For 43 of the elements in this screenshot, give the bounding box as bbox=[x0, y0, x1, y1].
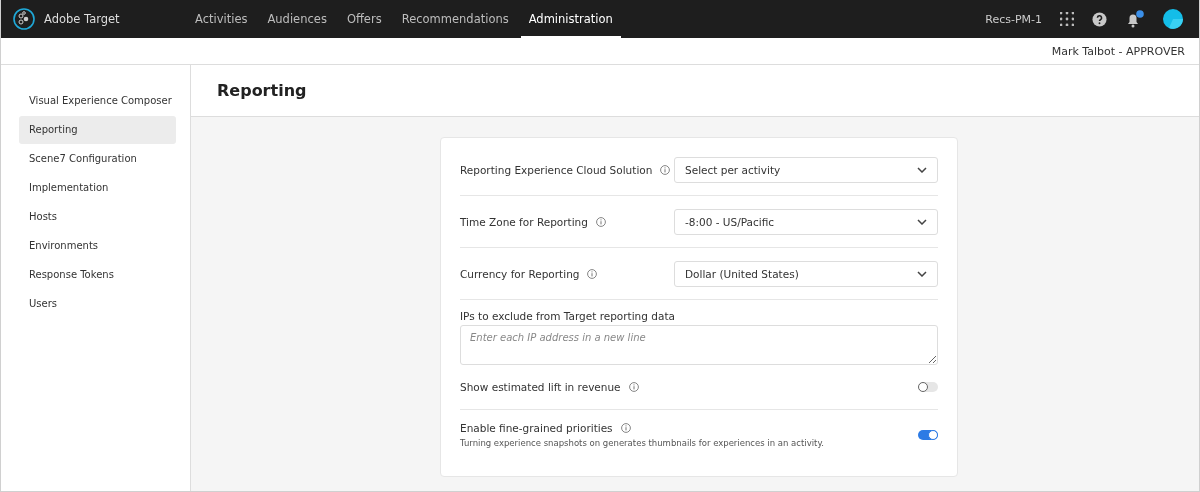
setting-label: Currency for Reporting bbox=[460, 267, 580, 280]
setting-label: Enable fine-grained priorities bbox=[460, 422, 613, 434]
chevron-down-icon bbox=[917, 270, 927, 277]
setting-label: Show estimated lift in revenue bbox=[460, 381, 621, 393]
setting-description: Turning experience snapshots on generates thumbnails for experiences in an activity. bbox=[460, 438, 824, 448]
dropdown[interactable]: Select per activity bbox=[674, 156, 938, 183]
sidebar-item[interactable]: Visual Experience Composer bbox=[19, 87, 176, 115]
sidebar-item[interactable]: Implementation bbox=[19, 174, 176, 202]
nav-tab[interactable]: Activities bbox=[187, 0, 256, 38]
info-icon[interactable] bbox=[620, 423, 631, 433]
nav-tab[interactable]: Recommendations bbox=[393, 0, 517, 38]
nav-tab[interactable]: Audiences bbox=[259, 0, 335, 38]
workspace-name[interactable]: Recs-PM-1 bbox=[985, 12, 1042, 26]
toggle-switch[interactable] bbox=[918, 382, 938, 392]
logo-icon bbox=[13, 8, 35, 30]
info-icon[interactable] bbox=[628, 382, 639, 392]
info-icon[interactable] bbox=[595, 216, 606, 227]
sidebar-item[interactable]: Scene7 Configuration bbox=[19, 145, 176, 173]
chevron-down-icon bbox=[917, 218, 927, 225]
toggle-switch[interactable] bbox=[918, 430, 938, 440]
sidebar-item[interactable]: Reporting bbox=[19, 116, 176, 144]
ip-text-area[interactable]: Enter each IP address in a new line bbox=[460, 325, 938, 365]
sidebar-item[interactable]: Users bbox=[19, 290, 176, 318]
sidebar-item[interactable]: Hosts bbox=[19, 203, 176, 231]
page-title: Reporting bbox=[217, 81, 307, 100]
sidebar-item[interactable]: Environments bbox=[19, 232, 176, 260]
dropdown[interactable]: Dollar (United States) bbox=[674, 260, 938, 287]
nav-tab[interactable]: Administration bbox=[520, 0, 621, 38]
user-role: Mark Talbot - APPROVER bbox=[1051, 44, 1185, 58]
setting-label: IPs to exclude from Target reporting data bbox=[460, 310, 675, 322]
chevron-down-icon bbox=[917, 166, 927, 173]
sidebar-item[interactable]: Response Tokens bbox=[19, 261, 176, 289]
info-icon[interactable] bbox=[587, 268, 598, 279]
help-icon[interactable] bbox=[1092, 11, 1107, 27]
setting-label: Time Zone for Reporting bbox=[460, 215, 588, 228]
notification-bell-icon[interactable] bbox=[1125, 10, 1145, 28]
avatar-icon[interactable] bbox=[1163, 9, 1183, 29]
info-icon[interactable] bbox=[660, 164, 671, 175]
setting-label: Reporting Experience Cloud Solution bbox=[460, 163, 653, 176]
apps-grid-icon[interactable] bbox=[1060, 12, 1074, 26]
app-name: Adobe Target bbox=[44, 12, 120, 26]
nav-tab[interactable]: Offers bbox=[338, 0, 390, 38]
dropdown[interactable]: -8:00 - US/Pacific bbox=[674, 208, 938, 235]
